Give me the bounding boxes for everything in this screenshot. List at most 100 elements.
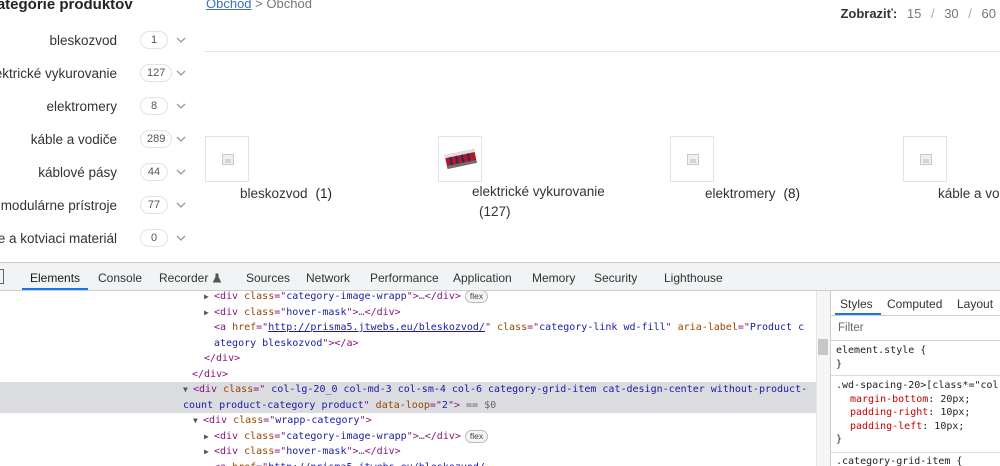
css-declaration[interactable]: padding-left: 10px; [836, 420, 999, 434]
dom-tree: ▶ <div class="category-image-wrapp">…</di… [0, 291, 830, 466]
sidebar-item-elektromery[interactable]: elektromery 8 [0, 97, 190, 117]
category-count-badge: 1 [140, 31, 168, 49]
sidebar-item-bleskozvod[interactable]: bleskozvod 1 [0, 31, 190, 51]
category-tile-name[interactable]: elektromery [705, 186, 776, 201]
per-page-option-30[interactable]: 30 [944, 6, 958, 21]
category-image-placeholder[interactable] [205, 136, 249, 182]
chevron-down-icon[interactable] [175, 199, 187, 211]
category-tile-elektromery[interactable]: elektromery (8) [705, 186, 800, 201]
flex-badge[interactable]: flex [464, 291, 489, 303]
tab-memory[interactable]: Memory [532, 271, 575, 285]
collapse-triangle-icon[interactable]: ▼ [193, 413, 203, 429]
breadcrumb-link-shop[interactable]: Obchod [206, 0, 252, 11]
per-page-option-60[interactable]: 60 [982, 6, 996, 21]
collapse-triangle-icon[interactable]: ▼ [183, 382, 193, 398]
dom-node[interactable]: ▶ <div class="hover-mask">…</div> [0, 444, 401, 460]
tab-computed[interactable]: Computed [887, 297, 942, 311]
expand-triangle-icon[interactable]: ▶ [204, 429, 214, 445]
chevron-down-icon[interactable] [175, 67, 187, 79]
category-tile-elektricke-vykurovanie-name[interactable]: elektrické vykurovanie [472, 184, 605, 199]
category-name[interactable]: elektrické vykurovanie [0, 66, 117, 81]
dom-node[interactable]: ▶ <div class="category-image-wrapp">…</di… [0, 429, 489, 445]
tab-recorder-label[interactable]: Recorder [159, 271, 208, 285]
devtools-panel: Elements Console Recorder Sources Networ… [0, 262, 1000, 466]
tab-network[interactable]: Network [306, 271, 350, 285]
per-page-separator: / [930, 6, 935, 21]
category-name[interactable]: montážne lišty, svorky, podložie a kotvi… [0, 231, 117, 246]
css-rule-element-style[interactable]: element.style { } [836, 344, 926, 371]
chevron-down-icon[interactable] [175, 133, 187, 145]
image-placeholder-icon [222, 154, 234, 165]
per-page-option-15[interactable]: 15 [907, 6, 921, 21]
category-image-heating-cable[interactable] [438, 136, 482, 182]
expand-triangle-icon[interactable]: ▶ [204, 305, 214, 321]
css-declaration[interactable]: margin-bottom: 20px; [836, 393, 999, 407]
chevron-down-icon[interactable] [175, 166, 187, 178]
category-name[interactable]: modulárne prístroje [1, 198, 117, 213]
expand-triangle-icon[interactable]: ▶ [204, 291, 214, 305]
tab-recorder[interactable]: Recorder [159, 271, 222, 285]
tab-application[interactable]: Application [453, 271, 512, 285]
sidebar-item-modularne-pristroje[interactable]: modulárne prístroje 77 [0, 196, 190, 216]
tab-console[interactable]: Console [98, 271, 142, 285]
category-tile-kable-a-vodice[interactable]: káble a vo [938, 186, 1000, 201]
dom-node-selected-continuation[interactable]: count product-category product" data-loo… [0, 397, 816, 413]
active-tab-indicator [835, 313, 881, 315]
tab-styles[interactable]: Styles [840, 297, 873, 311]
category-name[interactable]: káble a vodiče [31, 132, 117, 147]
category-image-placeholder[interactable] [903, 136, 947, 182]
divider [831, 375, 1000, 376]
tab-elements[interactable]: Elements [30, 271, 80, 285]
active-tab-indicator [22, 288, 88, 290]
sidebar-item-kablove-pasy[interactable]: káblové pásy 44 [0, 163, 190, 183]
category-tile-name[interactable]: bleskozvod [240, 186, 308, 201]
dom-node[interactable]: ▼ <div class="wrapp-category"> [0, 413, 372, 429]
sidebar-title: Kategórie produktov [0, 0, 133, 13]
flask-icon [212, 273, 222, 283]
chevron-down-icon[interactable] [175, 232, 187, 244]
dom-node[interactable]: <a href="http://prisma5.jtwebs.eu/blesko… [0, 320, 804, 336]
dom-node[interactable]: ▶ <div class="hover-mask">…</div> [0, 305, 401, 321]
sidebar-item-elektricke-vykurovanie[interactable]: elektrické vykurovanie 127 [0, 64, 190, 84]
tab-performance[interactable]: Performance [370, 271, 439, 285]
category-count-badge: 77 [140, 196, 168, 214]
tab-sources[interactable]: Sources [246, 271, 290, 285]
category-count-badge: 0 [140, 229, 168, 247]
sidebar-item-kable-a-vodice[interactable]: káble a vodiče 289 [0, 130, 190, 150]
category-count-badge: 127 [140, 64, 173, 82]
dom-href-link[interactable]: http://prisma5.jtwebs.eu/bleskozvod/ [268, 462, 485, 466]
css-rule-wd-spacing[interactable]: .wd-spacing-20>[class*="col margin-botto… [836, 379, 999, 447]
tab-layout[interactable]: Layout [957, 297, 993, 311]
per-page-selector: Zobraziť: 15 / 30 / 60 [840, 6, 996, 21]
image-placeholder-icon [687, 154, 699, 165]
category-tile-bleskozvod[interactable]: bleskozvod (1) [240, 186, 332, 201]
dom-scrollbar[interactable] [816, 291, 830, 466]
category-image-placeholder[interactable] [670, 136, 714, 182]
tab-lighthouse[interactable]: Lighthouse [664, 271, 723, 285]
breadcrumb: Obchod > Obchod [206, 0, 312, 11]
screen: Kategórie produktov bleskozvod 1 elektri… [0, 0, 1000, 466]
divider [831, 452, 1000, 453]
css-rule-category-grid-item[interactable]: .category-grid-item { [836, 455, 962, 466]
dom-node-continuation: ategory bleskozvod"></a> [214, 337, 359, 349]
inspect-element-icon[interactable] [0, 269, 4, 284]
heating-cable-product-image [444, 149, 477, 169]
flex-badge[interactable]: flex [464, 429, 489, 443]
dom-href-link[interactable]: http://prisma5.jtwebs.eu/bleskozvod/ [268, 322, 485, 333]
chevron-down-icon[interactable] [175, 34, 187, 46]
tab-security[interactable]: Security [594, 271, 637, 285]
dom-scrollbar-thumb[interactable] [818, 339, 828, 355]
dom-node[interactable]: ▶ <div class="category-image-wrapp">…</di… [0, 291, 489, 305]
dom-node[interactable]: <a href="http://prisma5.jtwebs.eu/blesko… [0, 460, 485, 466]
category-name[interactable]: elektromery [46, 99, 117, 114]
category-name[interactable]: bleskozvod [49, 33, 117, 48]
expand-triangle-icon[interactable]: ▶ [204, 444, 214, 460]
category-name[interactable]: káblové pásy [38, 165, 117, 180]
styles-filter-input[interactable]: Filter [838, 322, 864, 334]
category-count-badge: 289 [140, 130, 173, 148]
sidebar-item-montazne-listy[interactable]: montážne lišty, svorky, podložie a kotvi… [0, 229, 190, 249]
dom-node-selected[interactable]: ▼ <div class=" col-lg-20_0 col-md-3 col-s… [0, 382, 816, 398]
devtools-tab-bar: Elements Console Recorder Sources Networ… [0, 263, 1000, 291]
css-declaration[interactable]: padding-right: 10px; [836, 406, 999, 420]
chevron-down-icon[interactable] [175, 100, 187, 112]
